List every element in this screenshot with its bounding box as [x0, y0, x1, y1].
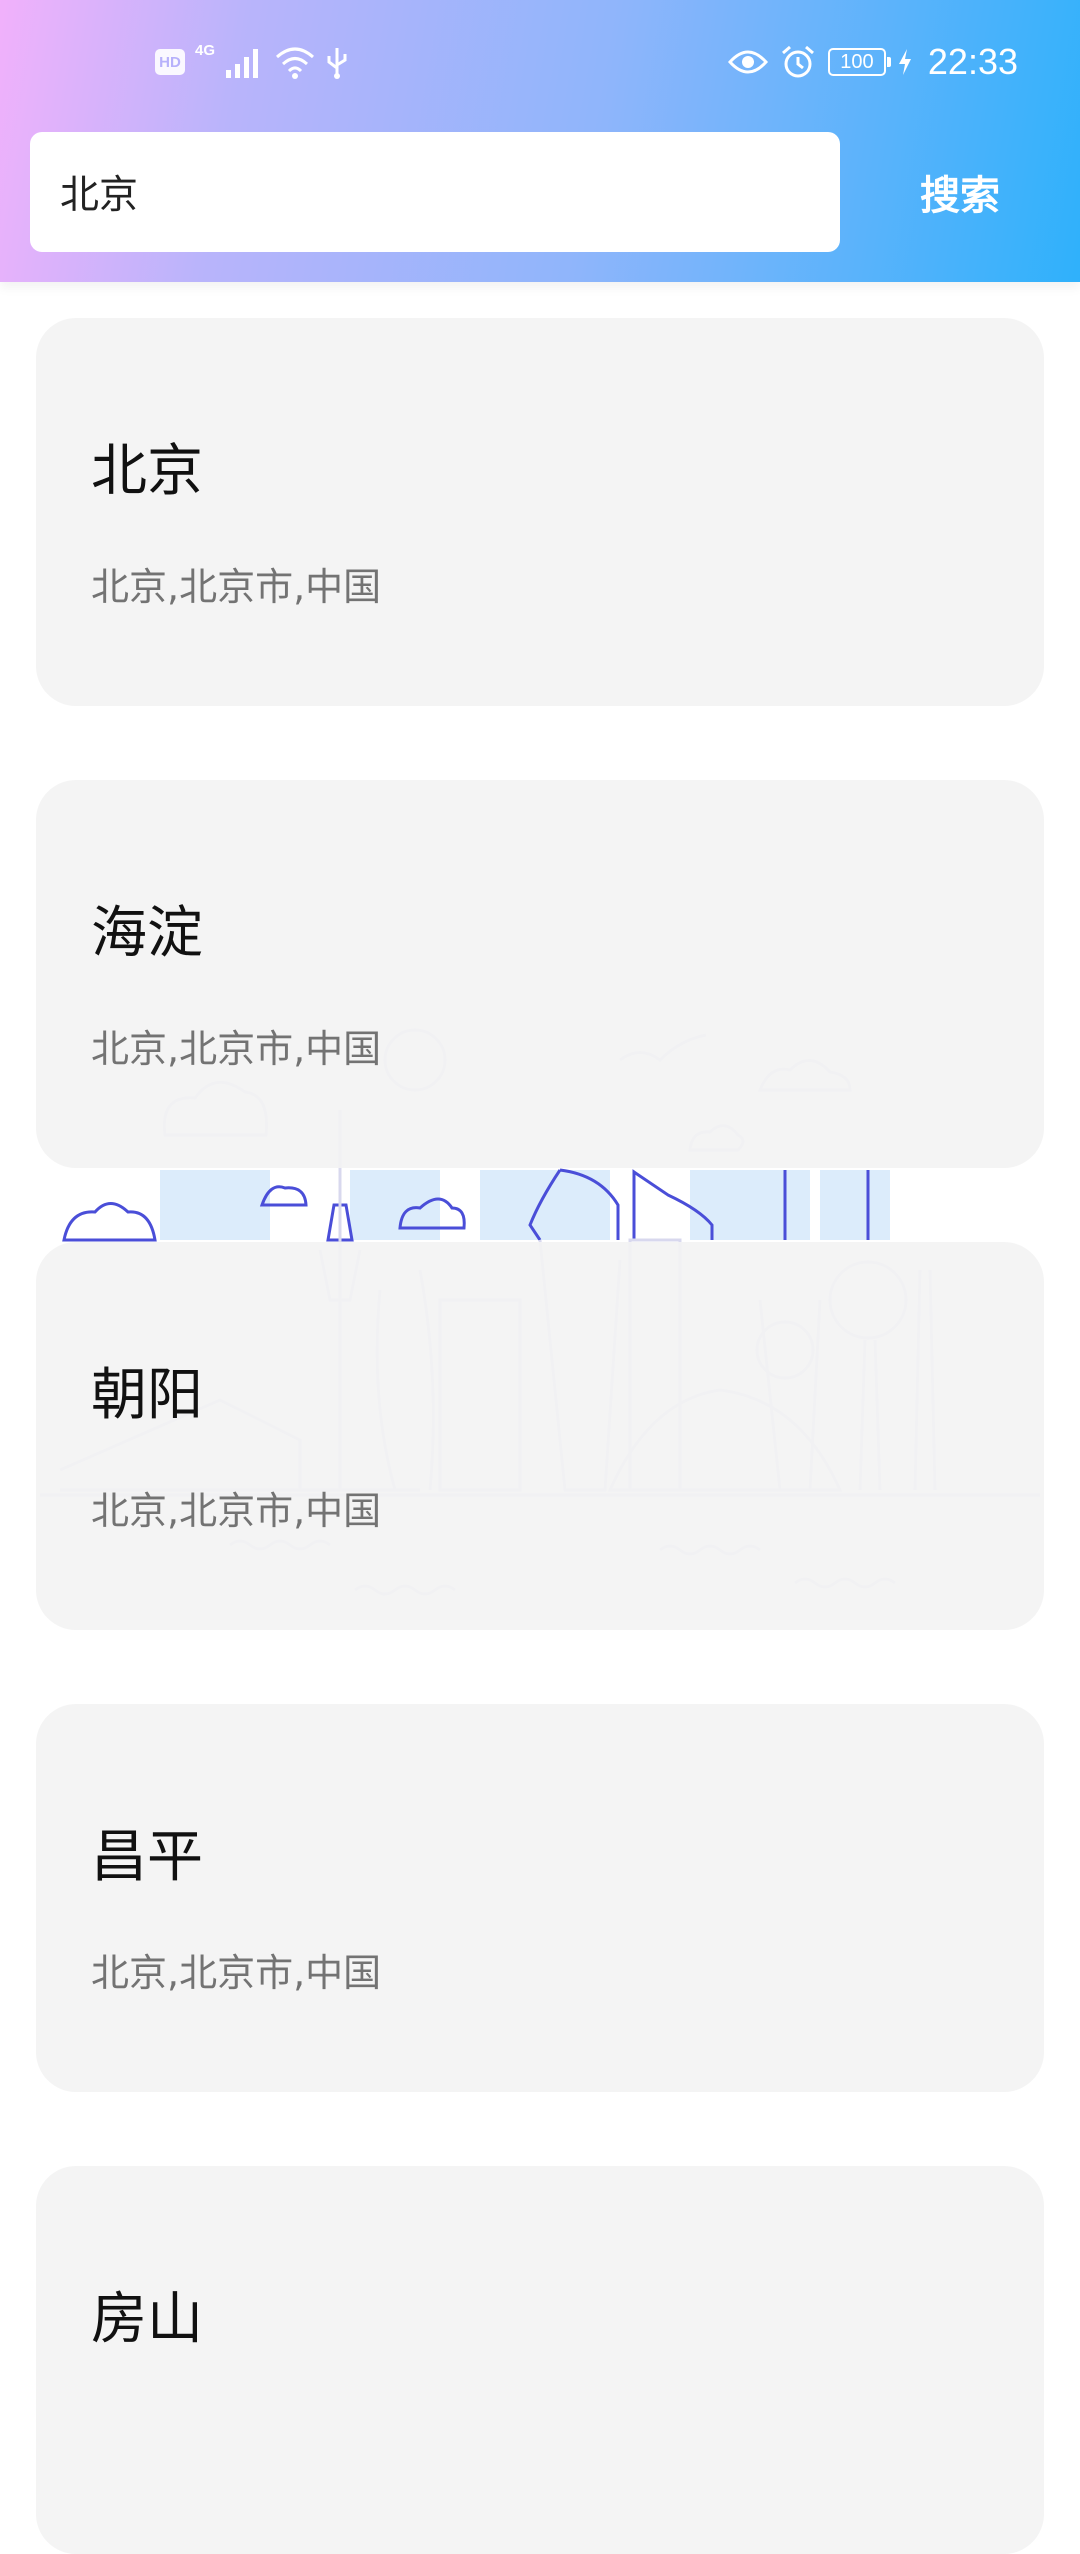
wifi-icon — [276, 47, 315, 79]
result-card[interactable]: 房山 — [36, 2166, 1044, 2554]
result-city-name: 昌平 — [91, 1825, 203, 1890]
clock: 22:33 — [927, 41, 1018, 82]
search-input[interactable] — [60, 132, 810, 252]
result-card[interactable]: 昌平 北京,北京市,中国 — [36, 1704, 1044, 2092]
result-card[interactable]: 朝阳 北京,北京市,中国 — [36, 1242, 1044, 1630]
result-region: 北京,北京市,中国 — [91, 1489, 382, 1533]
result-region: 北京,北京市,中国 — [91, 1027, 382, 1071]
skyline-light-background — [160, 1170, 890, 1240]
result-region: 北京,北京市,中国 — [91, 565, 382, 609]
usb-icon — [327, 48, 347, 79]
network-type-label: 4G — [195, 42, 216, 59]
result-city-name: 朝阳 — [91, 1363, 203, 1428]
search-button[interactable]: 搜索 — [880, 140, 1040, 244]
search-field[interactable] — [30, 132, 840, 252]
result-card[interactable]: 北京 北京,北京市,中国 — [36, 318, 1044, 706]
signal-icon — [226, 49, 259, 78]
app-header: HD 4G 100 22:33 北京 搜索 — [0, 0, 1080, 282]
result-city-name: 房山 — [91, 2287, 203, 2352]
result-region: 北京,北京市,中国 — [91, 1951, 382, 1995]
result-city-name: 海淀 — [91, 901, 203, 966]
skyline-accent-lines — [62, 1168, 870, 1242]
battery-icon: 100 — [827, 48, 891, 76]
result-city-name: 北京 — [91, 439, 203, 504]
result-card[interactable]: 海淀 北京,北京市,中国 — [36, 780, 1044, 1168]
status-bar: HD 4G 100 22:33 — [0, 0, 1080, 126]
charging-icon — [898, 49, 911, 75]
eye-icon — [727, 50, 768, 74]
hd-icon: HD — [155, 49, 185, 75]
alarm-icon — [781, 45, 814, 78]
